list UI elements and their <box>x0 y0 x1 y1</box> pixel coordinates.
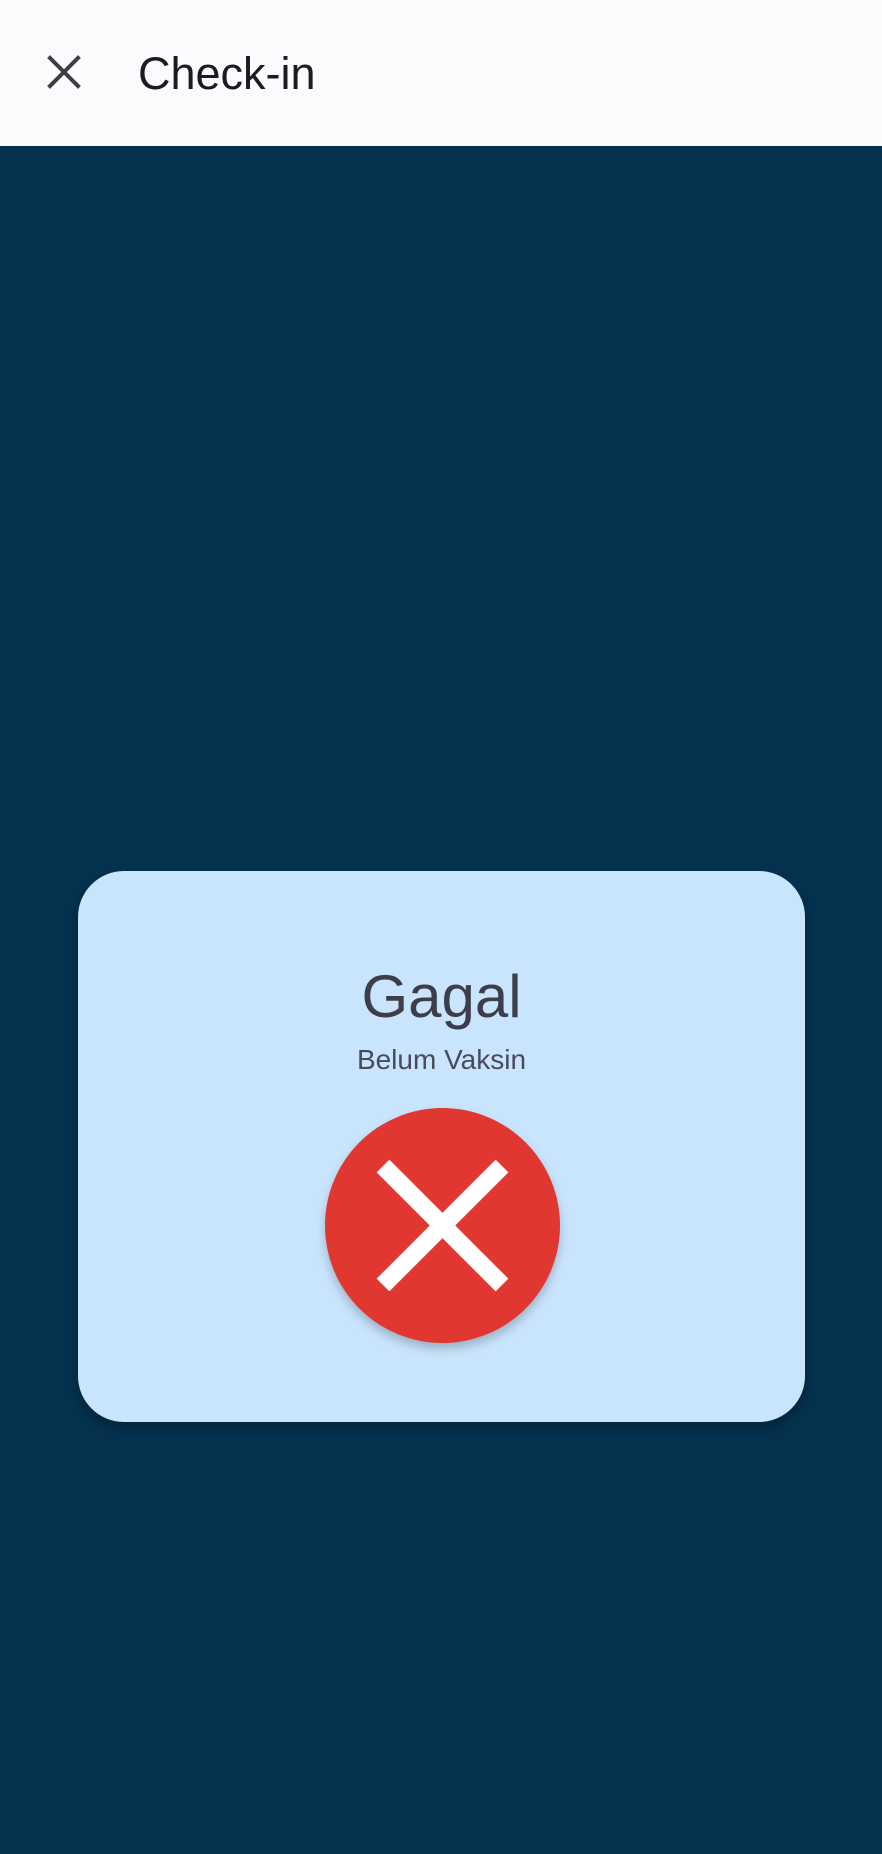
checkin-result-screen: Gagal Belum Vaksin <box>0 146 882 1854</box>
app-bar: Check-in <box>0 0 882 146</box>
page-title: Check-in <box>138 48 316 99</box>
checkin-result-card: Gagal Belum Vaksin <box>78 871 805 1422</box>
close-icon <box>44 52 84 97</box>
result-status-message: Belum Vaksin <box>356 1044 527 1075</box>
error-x-icon <box>325 1108 560 1343</box>
result-status-title: Gagal <box>361 963 522 1030</box>
close-button[interactable] <box>24 37 104 111</box>
